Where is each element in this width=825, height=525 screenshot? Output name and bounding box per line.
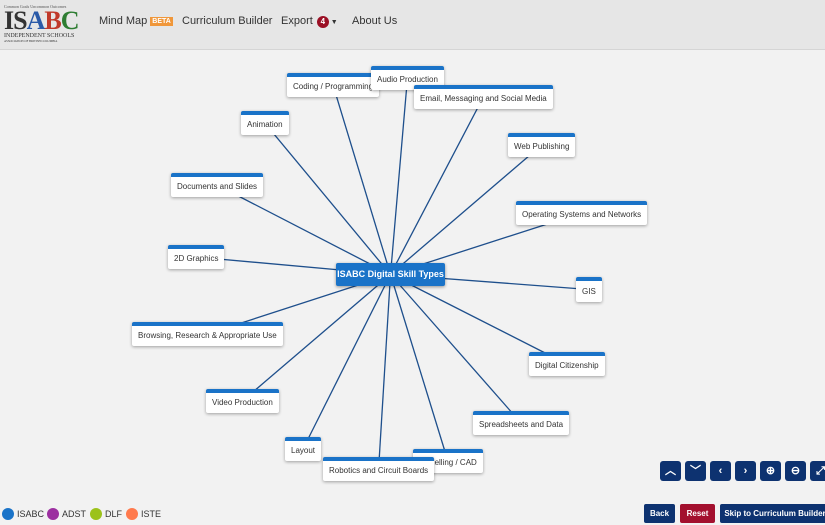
pan-left-button[interactable]: ‹ bbox=[710, 461, 731, 481]
mindmap-node[interactable]: GIS bbox=[576, 277, 602, 302]
back-button[interactable]: Back bbox=[644, 504, 675, 523]
legend-label: ADST bbox=[62, 509, 87, 519]
reset-button[interactable]: Reset bbox=[680, 504, 715, 523]
mindmap-node[interactable]: Coding / Programming bbox=[287, 73, 380, 97]
mindmap-edge bbox=[264, 122, 392, 275]
mindmap-node[interactable]: Documents and Slides bbox=[171, 173, 264, 197]
mindmap-edge bbox=[390, 273, 568, 365]
mindmap-node[interactable]: Email, Messaging and Social Media bbox=[414, 85, 553, 109]
chevron-left-icon: ‹ bbox=[718, 465, 723, 477]
mindmap-edge bbox=[389, 274, 449, 462]
mindmap-node[interactable]: Digital Citizenship bbox=[529, 352, 605, 376]
chevron-up-icon: ︿ bbox=[665, 465, 676, 477]
legend-dot bbox=[47, 508, 59, 520]
fit-to-screen-button[interactable]: ⤢ bbox=[810, 461, 825, 481]
legend-dlf: DLF bbox=[90, 508, 122, 520]
mindmap-node[interactable]: Spreadsheets and Data bbox=[473, 411, 570, 435]
mindmap-node[interactable]: Animation bbox=[241, 111, 289, 135]
chevron-right-icon: › bbox=[743, 465, 748, 477]
zoom-out-icon: ⊖ bbox=[790, 465, 801, 477]
zoom-in-icon: ⊕ bbox=[765, 465, 776, 477]
zoom-in-button[interactable]: ⊕ bbox=[760, 461, 781, 481]
mindmap-edge bbox=[389, 96, 484, 275]
legend-dot bbox=[126, 508, 138, 520]
mindmap-edge bbox=[302, 274, 392, 450]
mindmap-edge bbox=[390, 274, 522, 424]
legend-label: ISABC bbox=[17, 509, 45, 519]
legend-label: ISTE bbox=[141, 509, 162, 519]
zoom-out-button[interactable]: ⊖ bbox=[785, 461, 806, 481]
mindmap-node[interactable]: Video Production bbox=[206, 389, 279, 413]
legend-adst: ADST bbox=[47, 508, 86, 520]
mindmap-edge bbox=[377, 274, 392, 470]
mindmap-node[interactable]: 2D Graphics bbox=[168, 245, 225, 269]
chevron-down-icon: ﹀ bbox=[690, 465, 701, 477]
legend-dot bbox=[90, 508, 102, 520]
pan-right-button[interactable]: › bbox=[735, 461, 756, 481]
skip-to-curriculum-builder-button[interactable]: Skip to Curriculum Builder bbox=[720, 504, 825, 523]
expand-icon: ⤢ bbox=[816, 465, 825, 477]
mindmap-node[interactable]: Web Publishing bbox=[508, 133, 576, 157]
pan-down-button[interactable]: ﹀ bbox=[685, 461, 706, 481]
pan-up-button[interactable]: ︿ bbox=[660, 461, 681, 481]
mindmap-node[interactable]: Robotics and Circuit Boards bbox=[323, 457, 435, 481]
mindmap-edge bbox=[332, 84, 392, 275]
legend-iste: ISTE bbox=[126, 508, 161, 520]
mindmap-node[interactable]: Browsing, Research & Appropriate Use bbox=[132, 322, 283, 346]
mindmap-node[interactable]: Operating Systems and Networks bbox=[516, 201, 648, 225]
legend-label: DLF bbox=[105, 509, 123, 519]
legend-dot bbox=[2, 508, 14, 520]
mindmap-node[interactable]: Layout bbox=[285, 437, 322, 461]
mindmap-center-node[interactable]: ISABC Digital Skill Types bbox=[336, 263, 445, 286]
mindmap-edge bbox=[389, 77, 409, 275]
legend-isabc: ISABC bbox=[2, 508, 44, 520]
